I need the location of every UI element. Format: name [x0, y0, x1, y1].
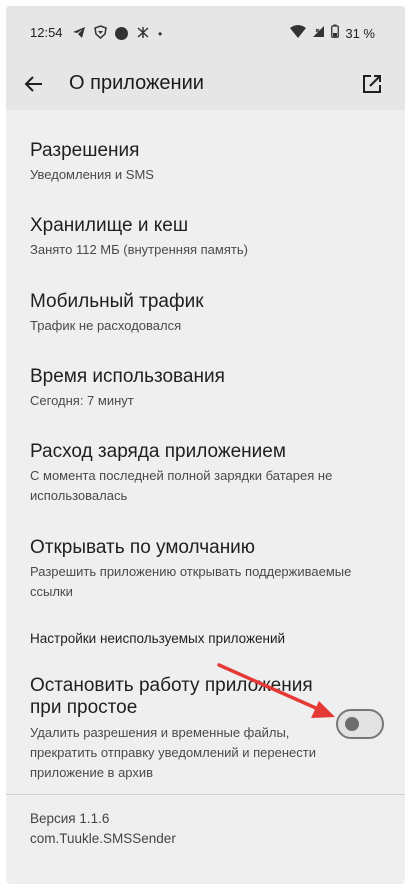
badge-icon: 5	[115, 27, 128, 41]
toggle-knob	[345, 717, 359, 731]
item-subtitle: Удалить разрешения и временные файлы, пр…	[30, 725, 316, 780]
system-status-icons: 31 %	[290, 24, 375, 43]
item-title: Хранилище и кеш	[30, 215, 189, 236]
battery-icon	[331, 24, 340, 43]
settings-item-screen-time[interactable]: Время использования Сегодня: 7 минут	[30, 365, 360, 411]
app-screen: 12:54 5 • 31 % О приложении Разрешения У…	[6, 6, 405, 884]
app-bar: О приложении	[6, 58, 405, 110]
wifi-icon	[290, 24, 307, 43]
item-title: Остановить работу приложения при простое	[30, 675, 313, 718]
battery-percent: 31 %	[345, 26, 375, 41]
pause-app-toggle[interactable]	[336, 709, 384, 739]
page-title: О приложении	[69, 72, 204, 94]
vpn-shield-icon	[94, 25, 107, 42]
notification-icons: 5 •	[72, 25, 162, 42]
item-title: Расход заряда приложением	[30, 441, 286, 462]
version-text: Версия 1.1.6	[30, 811, 110, 826]
version-info: Версия 1.1.6 com.Tuukle.SMSSender	[30, 809, 176, 849]
settings-item-battery-usage[interactable]: Расход заряда приложением С момента посл…	[30, 440, 360, 506]
settings-item-pause-when-unused[interactable]: Остановить работу приложения при простое…	[30, 675, 320, 783]
item-subtitle: Трафик не расходовался	[30, 318, 182, 333]
item-title: Разрешения	[30, 140, 140, 161]
settings-item-open-by-default[interactable]: Открывать по умолчанию Разрешить приложе…	[30, 536, 360, 602]
settings-item-storage[interactable]: Хранилище и кеш Занято 112 МБ (внутрення…	[30, 214, 360, 260]
item-subtitle: С момента последней полной зарядки батар…	[30, 468, 333, 503]
package-name: com.Tuukle.SMSSender	[30, 831, 176, 846]
arrow-back-icon	[24, 76, 42, 92]
settings-item-permissions[interactable]: Разрешения Уведомления и SMS	[30, 139, 360, 185]
item-subtitle: Занято 112 МБ (внутренняя память)	[30, 242, 248, 257]
item-subtitle: Сегодня: 7 минут	[30, 393, 134, 408]
settings-item-mobile-data[interactable]: Мобильный трафик Трафик не расходовался	[30, 290, 360, 336]
item-title: Открывать по умолчанию	[30, 537, 256, 558]
item-subtitle: Уведомления и SMS	[30, 167, 154, 182]
open-app-button[interactable]	[359, 71, 385, 97]
item-title: Мобильный трафик	[30, 291, 204, 312]
open-in-new-icon	[363, 75, 381, 93]
item-subtitle: Разрешить приложению открывать поддержив…	[30, 564, 352, 599]
signal-icon	[312, 25, 325, 43]
back-button[interactable]	[20, 70, 48, 98]
app-notification-icon	[136, 26, 150, 42]
more-notifications-dot-icon: •	[158, 26, 163, 41]
status-time: 12:54	[30, 25, 63, 40]
item-title: Время использования	[30, 366, 225, 387]
section-header-unused-apps: Настройки неиспользуемых приложений	[30, 631, 286, 646]
status-bar: 12:54 5 • 31 %	[6, 6, 405, 58]
footer-divider	[6, 794, 405, 795]
telegram-icon	[72, 26, 86, 42]
